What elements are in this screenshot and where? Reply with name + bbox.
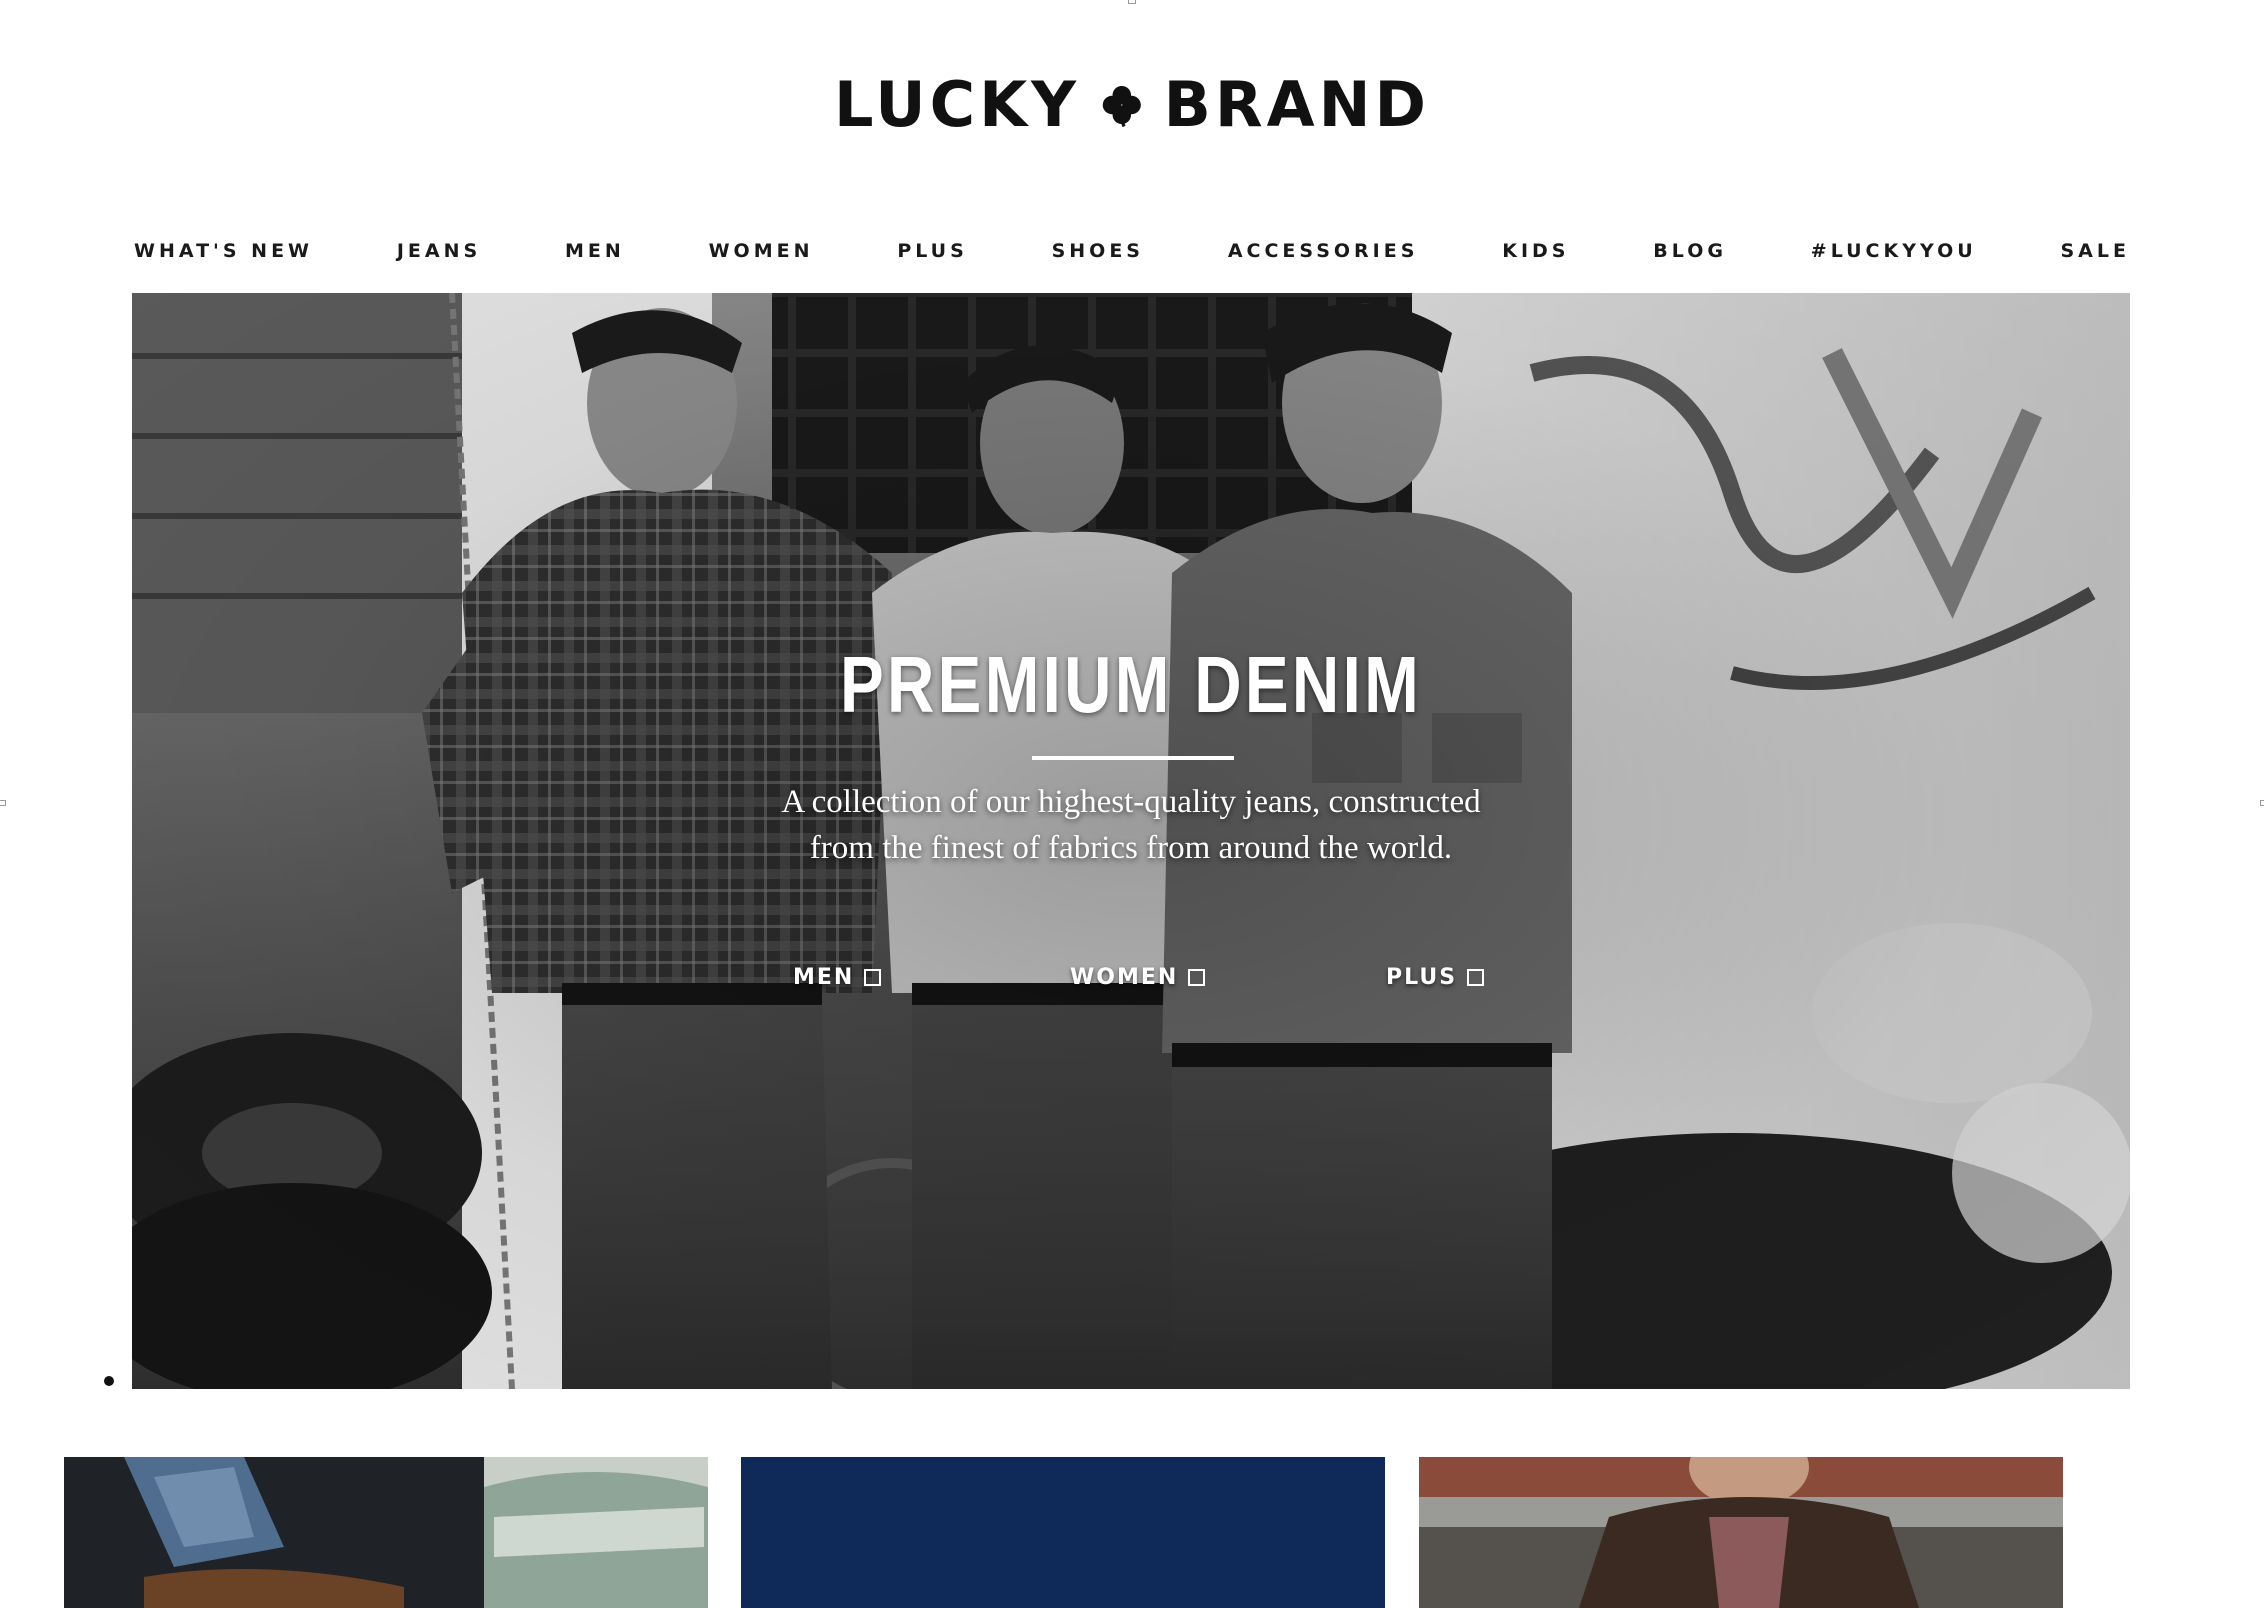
hero-link-plus[interactable]: PLUS — [1386, 965, 1485, 990]
nav-item-accessories[interactable]: ACCESSORIES — [1228, 240, 1419, 262]
hero-link-plus-label: PLUS — [1386, 965, 1458, 990]
edge-marker-right — [2260, 800, 2264, 806]
promo-tile-1-photo — [64, 1457, 708, 1608]
nav-item-jeans[interactable]: JEANS — [397, 240, 481, 262]
square-icon — [1188, 969, 1206, 986]
carousel-dot[interactable] — [104, 1376, 114, 1386]
hero-description-line-1: A collection of our highest-quality jean… — [781, 784, 1481, 820]
nav-item-luckyyou[interactable]: #LUCKYYOU — [1811, 240, 1977, 262]
nav-item-sale[interactable]: SALE — [2060, 240, 2129, 262]
hero-link-men[interactable]: MEN — [793, 965, 882, 990]
hero-links: MEN WOMEN PLUS — [132, 965, 2130, 995]
edge-marker-left — [0, 800, 6, 806]
hero-link-women-label: WOMEN — [1070, 965, 1179, 990]
logo-text-right: BRAND — [1163, 68, 1430, 141]
brand-logo[interactable]: LUCKY BRAND — [834, 72, 1430, 138]
nav-item-women[interactable]: WOMEN — [709, 240, 814, 262]
logo-text-left: LUCKY — [834, 68, 1081, 141]
hero-title: PREMIUM DENIM — [839, 640, 1423, 729]
hero-description-line-2: from the finest of fabrics from around t… — [809, 830, 1453, 866]
hero-link-women[interactable]: WOMEN — [1070, 965, 1206, 990]
page: LUCKY BRAND WHAT'S NEW JEANS MEN WOMEN P… — [0, 0, 2264, 1608]
promo-tile-3-photo — [1419, 1457, 2063, 1608]
promo-tile-2[interactable] — [741, 1457, 1385, 1608]
edge-marker-top — [1128, 0, 1136, 4]
nav-item-whats-new[interactable]: WHAT'S NEW — [134, 240, 313, 262]
promo-tile-3[interactable] — [1419, 1457, 2063, 1608]
promo-tile-1[interactable] — [64, 1457, 708, 1608]
nav-item-kids[interactable]: KIDS — [1502, 240, 1569, 262]
square-icon — [864, 969, 882, 986]
square-icon — [1467, 969, 1485, 986]
main-nav: WHAT'S NEW JEANS MEN WOMEN PLUS SHOES AC… — [134, 236, 2130, 266]
hero-divider — [1032, 756, 1234, 760]
hero-description: A collection of our highest-quality jean… — [532, 779, 1730, 871]
hero-banner[interactable]: PREMIUM DENIM A collection of our highes… — [132, 293, 2130, 1389]
nav-item-blog[interactable]: BLOG — [1653, 240, 1727, 262]
nav-item-plus[interactable]: PLUS — [897, 240, 967, 262]
nav-item-men[interactable]: MEN — [565, 240, 625, 262]
hero-link-men-label: MEN — [793, 965, 855, 990]
nav-item-shoes[interactable]: SHOES — [1052, 240, 1144, 262]
clover-icon — [1102, 85, 1141, 127]
